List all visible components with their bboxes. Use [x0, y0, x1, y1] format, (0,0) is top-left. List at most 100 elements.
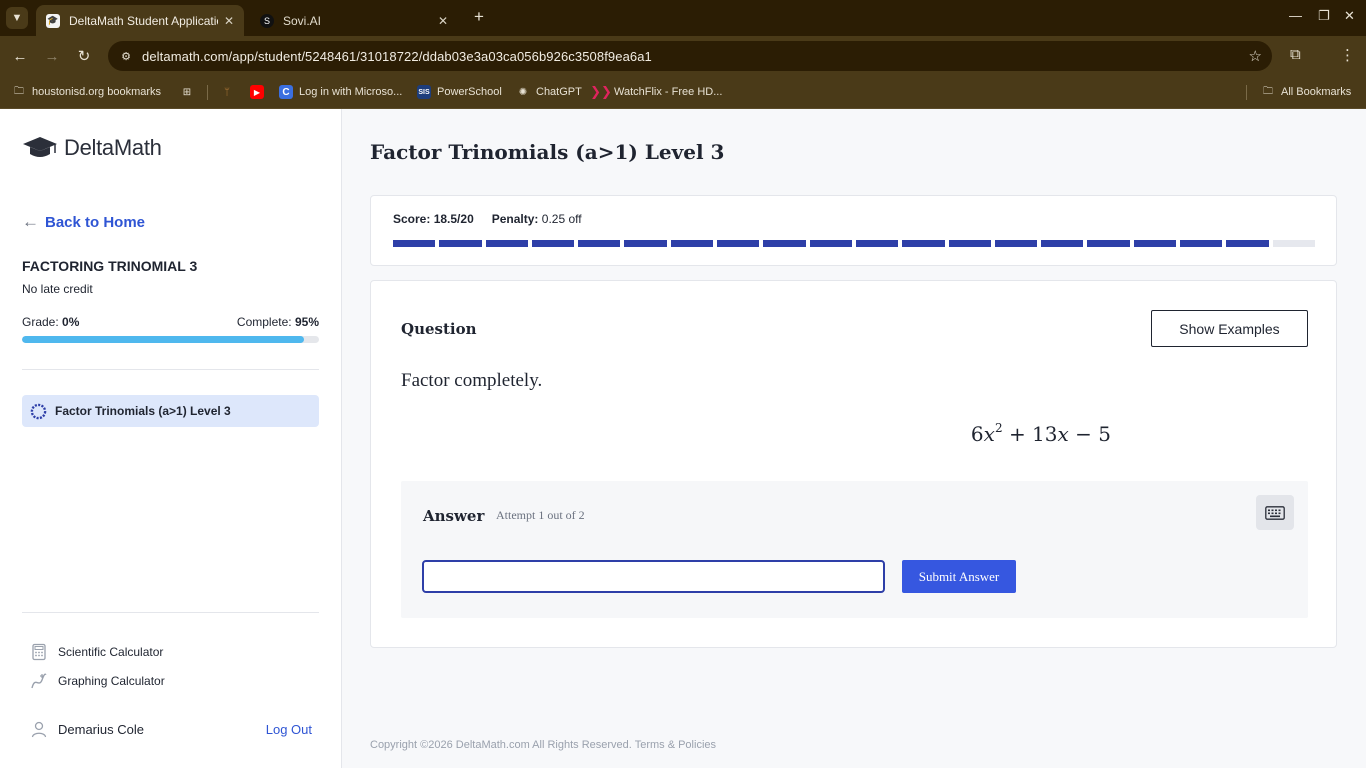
- back-to-home-link[interactable]: ← Back to Home: [22, 212, 145, 232]
- graduation-cap-icon: [23, 137, 57, 157]
- arrow-left-icon: ←: [22, 212, 39, 231]
- figure-icon: ᛘ: [224, 86, 230, 98]
- user-icon: [31, 721, 47, 738]
- progress-segment-complete: [1180, 240, 1223, 247]
- progress-segment-complete: [531, 240, 575, 247]
- attempt-counter: Attempt 1 out of 2: [496, 508, 585, 522]
- tab-deltamath[interactable]: 🎓 DeltaMath Student Application ✕: [36, 5, 244, 36]
- bookmark-youtube[interactable]: ▶: [250, 83, 270, 101]
- back-arrow-icon[interactable]: ←: [10, 46, 30, 66]
- progress-segment-complete: [578, 240, 621, 247]
- main-content: Factor Trinomials (a>1) Level 3 Score: 1…: [342, 109, 1366, 768]
- terms-link[interactable]: Terms & Policies: [635, 739, 716, 751]
- back-link-label: Back to Home: [45, 213, 146, 231]
- tab-sovi[interactable]: S Sovi.AI ✕: [250, 5, 458, 36]
- progress-segment-complete: [393, 240, 436, 247]
- youtube-icon: ▶: [250, 85, 264, 99]
- c-icon: C: [279, 85, 293, 99]
- bookmark-label: WatchFlix - Free HD...: [614, 86, 723, 98]
- address-bar[interactable]: ⚙ deltamath.com/app/student/5248461/3101…: [108, 41, 1272, 71]
- browser-toolbar: ← → ↻ ⚙ deltamath.com/app/student/524846…: [0, 36, 1366, 76]
- chatgpt-icon: ✺: [518, 86, 528, 98]
- deltamath-app: DeltaMath ← Back to Home FACTORING TRINO…: [0, 109, 1366, 768]
- bookmarks-bar: 🗀 houstonisd.org bookmarks ⊞ ᛘ ▶ C Log i…: [0, 76, 1366, 109]
- bookmark-powerschool[interactable]: SIS PowerSchool: [417, 83, 502, 101]
- deltamath-logo[interactable]: DeltaMath: [22, 135, 162, 161]
- answer-input[interactable]: [422, 560, 885, 593]
- restore-icon[interactable]: ❐: [1318, 8, 1330, 24]
- score-text: Score: 18.5/20 Penalty: 0.25 off: [393, 212, 582, 226]
- progress-segment-complete: [1133, 240, 1177, 247]
- calculator-icon: [32, 643, 46, 661]
- url-text[interactable]: deltamath.com/app/student/5248461/310187…: [142, 49, 652, 64]
- progress-segment-complete: [1087, 240, 1130, 247]
- bookmark-label: Log in with Microso...: [299, 86, 403, 98]
- tab-title: DeltaMath Student Application: [69, 13, 218, 28]
- completion-progress-bar: [22, 336, 319, 343]
- progress-segment-complete: [1041, 240, 1084, 247]
- user-row: Demarius Cole Log Out: [30, 720, 312, 738]
- new-tab-plus-icon[interactable]: +: [468, 6, 490, 28]
- late-credit-text: No late credit: [22, 282, 93, 296]
- close-icon[interactable]: ✕: [224, 14, 234, 28]
- completion-progress-fill: [22, 336, 305, 343]
- question-prompt: Factor completely.: [401, 370, 543, 391]
- question-math: 6x2 + 13x − 5: [371, 421, 1111, 446]
- answer-label: Answer: [423, 507, 485, 525]
- apps-grid-icon: ⊞: [182, 86, 192, 98]
- close-icon[interactable]: ✕: [438, 14, 448, 28]
- browser-tab-bar: ▼ 🎓 DeltaMath Student Application ✕ S So…: [0, 0, 1366, 36]
- progress-segment-complete: [809, 240, 852, 247]
- progress-segment-complete: [670, 240, 714, 247]
- log-out-link[interactable]: Log Out: [266, 722, 312, 737]
- bookmark-microsoft-login[interactable]: C Log in with Microso...: [279, 83, 402, 101]
- bookmark-chatgpt[interactable]: ✺ ChatGPT: [516, 83, 582, 101]
- bookmark-star-icon[interactable]: ☆: [1249, 47, 1262, 65]
- grade-complete-row: Grade: 0% Complete: 95%: [22, 315, 319, 329]
- logo-text: DeltaMath: [64, 135, 162, 160]
- progress-segment-empty: [1272, 240, 1315, 247]
- folder-icon: 🗀: [14, 85, 24, 97]
- progress-segment-complete: [439, 240, 482, 247]
- site-info-icon[interactable]: ⚙: [118, 48, 134, 64]
- graphing-calculator-link[interactable]: Graphing Calculator: [30, 672, 165, 690]
- question-card: Question Show Examples Factor completely…: [370, 280, 1337, 648]
- extensions-icon[interactable]: ⧉: [1290, 46, 1301, 63]
- bookmark-watchflix[interactable]: ❯❯ WatchFlix - Free HD...: [590, 83, 723, 101]
- sidebar-divider: [22, 612, 319, 613]
- question-label: Question: [401, 320, 477, 338]
- tab-search-chevron-icon[interactable]: ▼: [6, 7, 28, 29]
- sidebar-divider: [22, 369, 319, 370]
- tool-label: Scientific Calculator: [58, 645, 164, 659]
- show-examples-button[interactable]: Show Examples: [1151, 310, 1308, 347]
- submit-answer-button[interactable]: Submit Answer: [902, 560, 1016, 593]
- user-name: Demarius Cole: [58, 721, 144, 737]
- tab-title: Sovi.AI: [283, 13, 322, 28]
- watchflix-icon: ❯❯: [590, 84, 612, 99]
- sis-icon: SIS: [417, 85, 431, 99]
- window-close-icon[interactable]: ✕: [1344, 8, 1355, 24]
- keyboard-toggle-button[interactable]: [1256, 495, 1294, 530]
- complete-text: Complete: 95%: [236, 315, 319, 329]
- keyboard-icon: [1265, 505, 1285, 520]
- copyright-text: Copyright ©2026 DeltaMath.com All Rights…: [370, 739, 632, 751]
- reload-icon[interactable]: ↻: [74, 46, 94, 66]
- graph-icon: [31, 673, 47, 689]
- sidebar-item-factor-trinomials[interactable]: Factor Trinomials (a>1) Level 3: [22, 395, 319, 427]
- forward-arrow-icon[interactable]: →: [42, 46, 62, 66]
- bookmark-apps[interactable]: ⊞: [180, 83, 200, 101]
- math-expression: 6x2 + 13x − 5: [970, 421, 1111, 446]
- bookmark-label: All Bookmarks: [1281, 86, 1352, 98]
- progress-segment-complete: [855, 240, 899, 247]
- all-bookmarks[interactable]: 🗀 All Bookmarks: [1261, 83, 1351, 101]
- bookmark-houstonisd[interactable]: 🗀 houstonisd.org bookmarks: [12, 83, 161, 101]
- scientific-calculator-link[interactable]: Scientific Calculator: [30, 643, 163, 661]
- minimize-icon[interactable]: —: [1289, 8, 1302, 23]
- bookmark-figure[interactable]: ᛘ: [220, 83, 240, 101]
- grade-text: Grade: 0%: [22, 315, 80, 329]
- progress-ring-icon: [30, 403, 47, 419]
- page-title: Factor Trinomials (a>1) Level 3: [370, 140, 725, 164]
- menu-kebab-icon[interactable]: ⋮: [1340, 46, 1355, 64]
- progress-segment-complete: [485, 240, 528, 247]
- progress-segment-complete: [994, 240, 1038, 247]
